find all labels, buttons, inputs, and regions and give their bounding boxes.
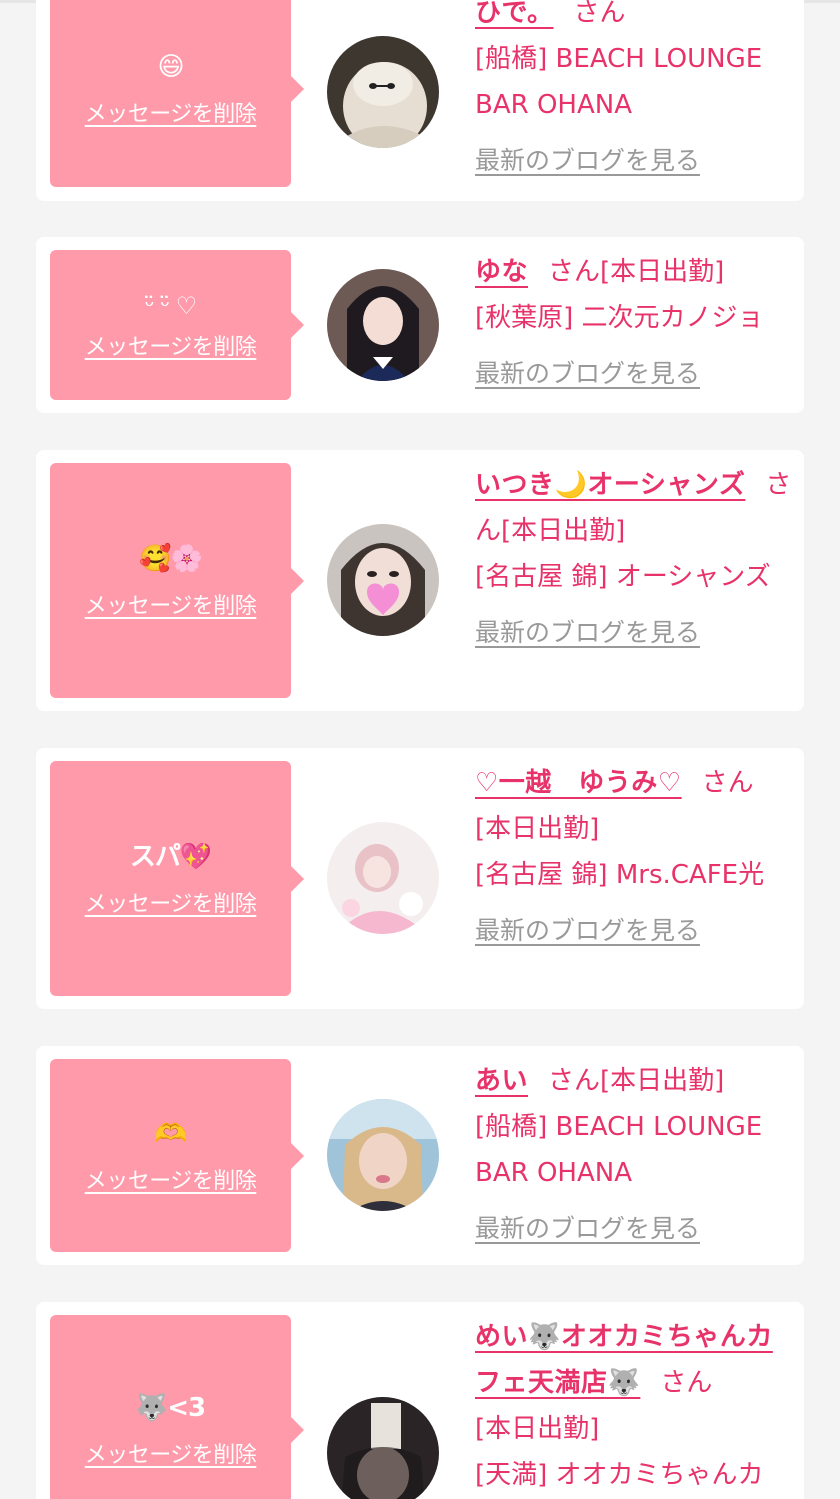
delete-message-link[interactable]: メッセージを削除: [85, 588, 257, 620]
avatar[interactable]: [327, 524, 439, 636]
cast-info: いつき🌙オーシャンズ さん[本日出勤] [名古屋 錦] オーシャンズ 最新のブログ…: [475, 462, 793, 656]
status-badge: [本日出勤]: [501, 516, 626, 546]
message-text: 🥰🌸: [139, 543, 203, 574]
shop-name: [名古屋 錦] Mrs.CAFE光: [475, 860, 765, 890]
status-badge: [本日出勤]: [600, 257, 725, 287]
delete-message-link[interactable]: メッセージを削除: [85, 1437, 257, 1469]
message-text: 😄: [157, 51, 184, 82]
cast-name-link[interactable]: ひで。: [475, 0, 553, 28]
cast-info: めい🐺オオカミちゃんカフェ天満店🐺 さん [本日出勤] [天満] オオカミちゃんカ: [475, 1314, 793, 1498]
cast-info: ゆな さん[本日出勤] [秋葉原] 二次元カノジョ 最新のブログを見る: [475, 249, 793, 397]
message-card: ᵕ̈ ᵕ̈ ♡ メッセージを削除 ゆな さん[本日出勤] [秋葉原] 二次元カノジ…: [36, 237, 804, 413]
shop-name: [船橋] BEACH LOUNGE BAR OHANA: [475, 1112, 763, 1188]
cast-info: あい さん[本日出勤] [船橋] BEACH LOUNGE BAR OHANA 最…: [475, 1058, 793, 1252]
cast-info: ♡一越 ゆうみ♡ さん [本日出勤] [名古屋 錦] Mrs.CAFE光 最新のブ…: [475, 760, 793, 954]
message-bubble: ᵕ̈ ᵕ̈ ♡ メッセージを削除: [50, 250, 304, 400]
cast-name-link[interactable]: いつき🌙オーシャンズ: [475, 470, 745, 500]
honorific: さん: [573, 0, 626, 28]
message-text: 🐺<3: [135, 1393, 206, 1423]
status-badge: [本日出勤]: [475, 814, 600, 844]
honorific: さん: [701, 768, 754, 798]
cast-info: ひで。 さん [船橋] BEACH LOUNGE BAR OHANA 最新のブログ…: [475, 0, 793, 184]
delete-message-link[interactable]: メッセージを削除: [85, 886, 257, 918]
message-text: 🫶: [154, 1118, 187, 1149]
latest-blog-link[interactable]: 最新のブログを見る: [475, 351, 793, 397]
shop-name: [名古屋 錦] オーシャンズ: [475, 562, 771, 592]
message-bubble: 😄 メッセージを削除: [50, 0, 304, 187]
avatar[interactable]: [327, 269, 439, 381]
delete-message-link[interactable]: メッセージを削除: [85, 1163, 257, 1195]
shop-name: [船橋] BEACH LOUNGE BAR OHANA: [475, 44, 763, 120]
avatar[interactable]: [327, 1099, 439, 1211]
message-card: 🐺<3 メッセージを削除 めい🐺オオカミちゃんカフェ天満店🐺 さん [本日出勤] …: [36, 1302, 804, 1499]
shop-name: [天満] オオカミちゃんカ: [475, 1460, 764, 1490]
latest-blog-link[interactable]: 最新のブログを見る: [475, 908, 793, 954]
status-badge: [本日出勤]: [475, 1414, 600, 1444]
cast-name-link[interactable]: ♡一越 ゆうみ♡: [475, 768, 682, 798]
message-card: 😄 メッセージを削除 ひで。 さん [船橋] BEACH LOUNGE BAR O…: [36, 0, 804, 201]
status-badge: [本日出勤]: [600, 1066, 725, 1096]
latest-blog-link[interactable]: 最新のブログを見る: [475, 610, 793, 656]
honorific: さん: [548, 1066, 601, 1096]
delete-message-link[interactable]: メッセージを削除: [85, 329, 257, 361]
shop-name: [秋葉原] 二次元カノジョ: [475, 303, 764, 333]
cast-name-link[interactable]: めい🐺オオカミちゃんカフェ天満店🐺: [475, 1322, 773, 1398]
avatar[interactable]: [327, 36, 439, 148]
latest-blog-link[interactable]: 最新のブログを見る: [475, 1206, 793, 1252]
message-card: 🫶 メッセージを削除 あい さん[本日出勤] [船橋] BEACH LOUNGE …: [36, 1046, 804, 1265]
avatar[interactable]: [327, 1397, 439, 1499]
message-bubble: 🐺<3 メッセージを削除: [50, 1315, 304, 1499]
message-bubble: 🥰🌸 メッセージを削除: [50, 463, 304, 698]
honorific: さん: [660, 1368, 713, 1398]
honorific: さん: [548, 257, 601, 287]
message-bubble: 🫶 メッセージを削除: [50, 1059, 304, 1252]
cast-name-link[interactable]: あい: [475, 1066, 528, 1096]
message-bubble: スパ💖 メッセージを削除: [50, 761, 304, 996]
message-card: 🥰🌸 メッセージを削除 いつき🌙オーシャンズ さん[本日出勤] [名古屋 錦] オ…: [36, 450, 804, 711]
avatar[interactable]: [327, 822, 439, 934]
cast-name-link[interactable]: ゆな: [475, 257, 528, 287]
message-card: スパ💖 メッセージを削除 ♡一越 ゆうみ♡ さん [本日出勤] [名古屋 錦] M…: [36, 748, 804, 1009]
delete-message-link[interactable]: メッセージを削除: [85, 96, 257, 128]
message-text: スパ💖: [129, 841, 212, 872]
latest-blog-link[interactable]: 最新のブログを見る: [475, 138, 793, 184]
message-text: ᵕ̈ ᵕ̈ ♡: [144, 292, 198, 320]
